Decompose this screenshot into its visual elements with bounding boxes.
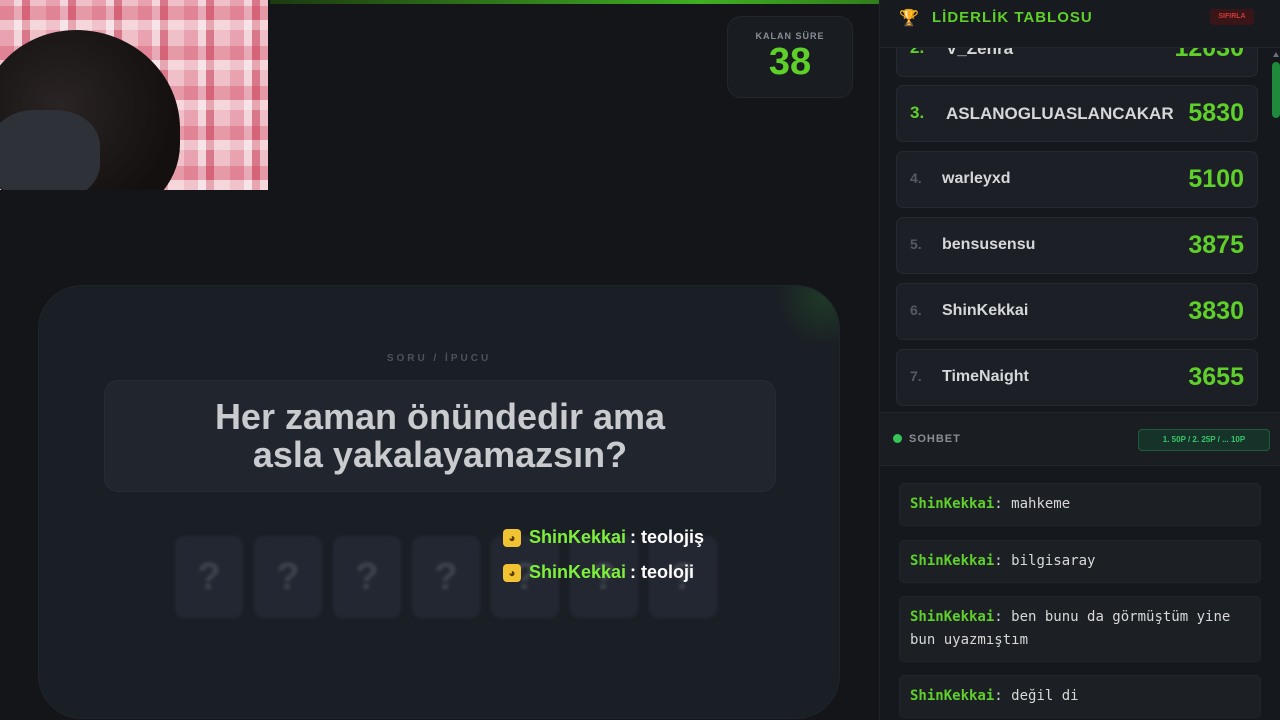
pikachu-emote-icon: ◕ xyxy=(503,528,521,547)
leaderboard-header: 🏆 LİDERLİK TABLOSU SIFIRLA xyxy=(880,0,1280,48)
leaderboard-row: 3. ASLANOGLUASLANCAKAR 5830 xyxy=(896,85,1258,142)
timer-box: KALAN SÜRE 38 xyxy=(727,16,853,98)
answer-tile: ? xyxy=(254,536,322,618)
leaderboard-row: 6. ShinKekkai 3830 xyxy=(896,283,1258,340)
chat-message: ShinKekkai: değil di xyxy=(899,675,1261,718)
overlay-chat-message: ◕ ShinKekkai : teoloji xyxy=(503,555,704,590)
points-badge: 1. 50P / 2. 25P / ... 10P xyxy=(1138,429,1270,451)
overlay-chat-text: : teoloji xyxy=(630,562,695,582)
overlay-chat-user: ShinKekkai xyxy=(529,562,627,582)
overlay-chat-user: ShinKekkai xyxy=(529,527,627,547)
leaderboard-rank: 3. xyxy=(910,103,925,122)
leaderboard-scrollbar[interactable] xyxy=(1272,62,1280,118)
leaderboard-title: LİDERLİK TABLOSU xyxy=(932,9,1093,26)
chat-text: bilgisaray xyxy=(1011,553,1096,569)
pikachu-emote-icon: ◕ xyxy=(503,563,521,582)
chat-messages[interactable]: ShinKekkai: mahkeme ShinKekkai: bilgisar… xyxy=(880,465,1280,720)
leaderboard-rank: 4. xyxy=(910,170,922,186)
overlay-chat-message: ◕ ShinKekkai : teolojiş xyxy=(503,520,704,555)
leaderboard-score: 5100 xyxy=(1188,165,1244,193)
chat-text: değil di xyxy=(1011,688,1079,704)
stream-chat-overlay: ◕ ShinKekkai : teolojiş ◕ ShinKekkai : t… xyxy=(503,520,704,590)
chat-header: SOHBET 1. 50P / 2. 25P / ... 10P xyxy=(880,412,1280,466)
chat-user: ShinKekkai xyxy=(910,609,995,625)
leaderboard-list[interactable]: 2. V_Zehra 12030 3. ASLANOGLUASLANCAKAR … xyxy=(880,0,1280,412)
trophy-icon: 🏆 xyxy=(899,10,919,27)
chat-message: ShinKekkai: mahkeme xyxy=(899,483,1261,526)
right-panel: 2. V_Zehra 12030 3. ASLANOGLUASLANCAKAR … xyxy=(879,0,1280,720)
question-label: SORU / İPUCU xyxy=(386,353,492,364)
leaderboard-rank: 7. xyxy=(910,368,922,384)
question-text: Her zaman önündedir ama asla yakalayamaz… xyxy=(214,396,666,475)
webcam-feed xyxy=(0,0,268,190)
leaderboard-rank: 6. xyxy=(910,302,922,318)
chat-user: ShinKekkai xyxy=(910,496,995,512)
leaderboard-name: ASLANOGLUASLANCAKAR xyxy=(946,104,1174,123)
leaderboard-name: warleyxd xyxy=(942,170,1011,187)
leaderboard-name: bensusensu xyxy=(942,236,1036,253)
answer-tile: ? xyxy=(175,536,243,618)
question-card: SORU / İPUCU Her zaman önündedir ama asl… xyxy=(38,285,840,719)
card-glow xyxy=(769,286,839,341)
leaderboard-score: 5830 xyxy=(1188,99,1244,127)
leaderboard-name: ShinKekkai xyxy=(942,302,1029,319)
timer-label: KALAN SÜRE xyxy=(755,31,825,41)
overlay-chat-text: : teolojiş xyxy=(630,527,705,547)
chat-separator: : xyxy=(994,688,1012,704)
chat-user: ShinKekkai xyxy=(910,688,995,704)
live-dot-icon xyxy=(893,434,902,443)
leaderboard-name: TimeNaight xyxy=(942,368,1029,385)
scroll-up-arrow-icon[interactable] xyxy=(1273,52,1279,57)
timer-value: 38 xyxy=(768,41,812,83)
leaderboard-row: 4. warleyxd 5100 xyxy=(896,151,1258,208)
leaderboard-rank: 5. xyxy=(910,236,922,252)
chat-text: mahkeme xyxy=(1011,496,1071,512)
leaderboard-score: 3655 xyxy=(1188,363,1244,391)
question-box: Her zaman önündedir ama asla yakalayamaz… xyxy=(104,380,776,492)
reset-button[interactable]: SIFIRLA xyxy=(1210,9,1254,25)
chat-user: ShinKekkai xyxy=(910,553,995,569)
leaderboard-row: 7. TimeNaight 3655 xyxy=(896,349,1258,406)
webcam-clothing xyxy=(0,110,100,190)
chat-separator: : xyxy=(994,609,1012,625)
chat-title: SOHBET xyxy=(909,433,961,445)
chat-message: ShinKekkai: ben bunu da görmüştüm yine b… xyxy=(899,596,1261,662)
leaderboard-row: 5. bensusensu 3875 xyxy=(896,217,1258,274)
chat-separator: : xyxy=(994,496,1012,512)
leaderboard-score: 3875 xyxy=(1188,231,1244,259)
answer-tile: ? xyxy=(333,536,401,618)
leaderboard-score: 3830 xyxy=(1188,297,1244,325)
chat-separator: : xyxy=(994,553,1012,569)
chat-message: ShinKekkai: bilgisaray xyxy=(899,540,1261,583)
answer-tile: ? xyxy=(412,536,480,618)
